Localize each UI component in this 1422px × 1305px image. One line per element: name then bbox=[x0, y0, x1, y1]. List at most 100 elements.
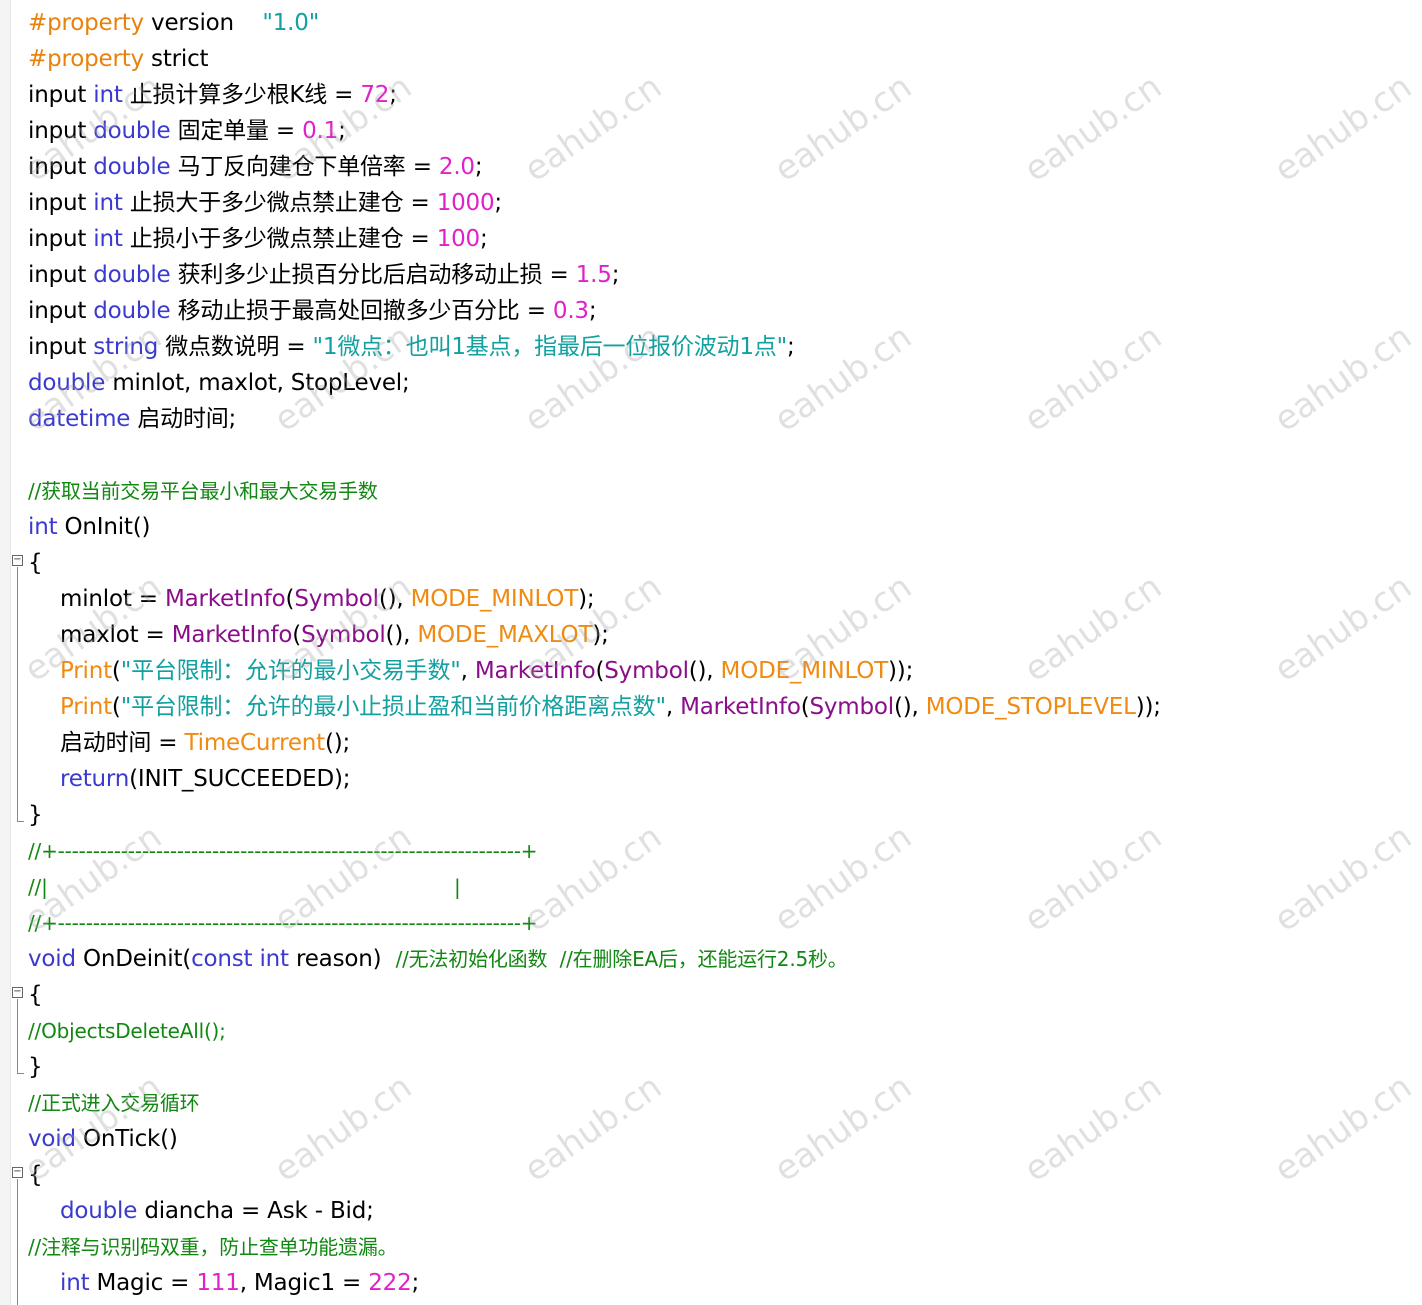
watermark: eahub.cn bbox=[1267, 66, 1420, 190]
code-token: 2.0 bbox=[438, 154, 475, 180]
code-token: 启动时间 = bbox=[60, 730, 185, 756]
code-token: input bbox=[28, 226, 94, 252]
code-token: { bbox=[28, 550, 43, 576]
code-token: double bbox=[93, 118, 171, 144]
code-token: datetime bbox=[28, 406, 131, 432]
code-token: 止损小于多少微点禁止建仓 = bbox=[122, 226, 437, 252]
code-line[interactable]: } bbox=[28, 797, 1161, 833]
code-token: MODE_MAXLOT bbox=[417, 622, 593, 648]
code-line[interactable]: Print("平台限制：允许的最小交易手数", MarketInfo(Symbo… bbox=[28, 653, 1161, 689]
code-token: input bbox=[28, 298, 94, 324]
code-token: } bbox=[28, 1054, 43, 1080]
fold-toggle-ondeinit[interactable]: − bbox=[12, 987, 23, 998]
code-line[interactable]: //注释与识别码双重，防止查单功能遗漏。 bbox=[28, 1229, 1161, 1265]
code-line[interactable]: input int 止损小于多少微点禁止建仓 = 100; bbox=[28, 221, 1161, 257]
code-token: ; bbox=[786, 334, 795, 360]
code-line[interactable]: { bbox=[28, 977, 1161, 1013]
code-token: //正式进入交易循环 bbox=[28, 1091, 200, 1115]
code-token: )); bbox=[888, 658, 914, 684]
code-token: "平台限制：允许的最小止损止盈和当前价格距离点数" bbox=[120, 694, 666, 720]
code-editor[interactable]: #property version "1.0" #property strict i… bbox=[28, 5, 1161, 1301]
code-token: Print bbox=[60, 658, 112, 684]
code-line[interactable]: double diancha = Ask - Bid; bbox=[28, 1193, 1161, 1229]
code-token: 222 bbox=[368, 1270, 412, 1296]
code-token: 马丁反向建仓下单倍率 = bbox=[170, 154, 439, 180]
code-line[interactable]: input double 固定单量 = 0.1; bbox=[28, 113, 1161, 149]
code-token: #property bbox=[28, 46, 144, 72]
code-line[interactable]: input string 微点数说明 = "1微点：也叫1基点，指最后一位报价波… bbox=[28, 329, 1161, 365]
code-token: ( bbox=[111, 658, 121, 684]
code-token: MarketInfo bbox=[680, 694, 801, 720]
code-token: return bbox=[60, 766, 130, 792]
fold-toggle-ontick[interactable]: − bbox=[12, 1167, 23, 1178]
code-token: ; bbox=[494, 190, 502, 216]
code-line[interactable]: 启动时间 = TimeCurrent(); bbox=[28, 725, 1161, 761]
code-token: (INIT_SUCCEEDED); bbox=[129, 766, 351, 792]
code-line[interactable]: //获取当前交易平台最小和最大交易手数 bbox=[28, 473, 1161, 509]
fold-toggle-oninit[interactable]: − bbox=[12, 555, 23, 566]
code-token: ); bbox=[592, 622, 609, 648]
code-line[interactable]: #property strict bbox=[28, 41, 1161, 77]
code-token: Symbol bbox=[294, 586, 379, 612]
code-token: int bbox=[93, 226, 123, 252]
code-token: ); bbox=[578, 586, 595, 612]
code-line[interactable]: #property version "1.0" bbox=[28, 5, 1161, 41]
code-token: minlot, maxlot, StopLevel; bbox=[105, 370, 410, 396]
code-line[interactable]: //正式进入交易循环 bbox=[28, 1085, 1161, 1121]
code-token: maxlot = bbox=[60, 622, 172, 648]
code-line[interactable]: } bbox=[28, 1049, 1161, 1085]
code-token: input bbox=[28, 118, 94, 144]
code-token: input bbox=[28, 82, 94, 108]
code-token: input bbox=[28, 190, 94, 216]
code-token: OnInit() bbox=[57, 514, 151, 540]
code-line[interactable]: Print("平台限制：允许的最小止损止盈和当前价格距离点数", MarketI… bbox=[28, 689, 1161, 725]
code-token: version bbox=[143, 10, 263, 36]
code-line[interactable]: input double 马丁反向建仓下单倍率 = 2.0; bbox=[28, 149, 1161, 185]
code-token: const int bbox=[191, 946, 289, 972]
code-line[interactable]: double minlot, maxlot, StopLevel; bbox=[28, 365, 1161, 401]
code-token: ; bbox=[474, 154, 483, 180]
code-token: (); bbox=[324, 730, 351, 756]
code-token: string bbox=[93, 334, 159, 360]
code-line[interactable]: //+-------------------------------------… bbox=[28, 905, 1161, 941]
code-token: ( bbox=[111, 694, 121, 720]
code-token: "1.0" bbox=[262, 10, 320, 36]
code-token: #property bbox=[28, 10, 144, 36]
code-line[interactable]: input double 获利多少止损百分比后启动移动止损 = 1.5; bbox=[28, 257, 1161, 293]
code-token: (), bbox=[385, 622, 418, 648]
code-token: , Magic1 = bbox=[239, 1270, 369, 1296]
code-line[interactable]: int OnInit() bbox=[28, 509, 1161, 545]
code-line[interactable]: int Magic = 111, Magic1 = 222; bbox=[28, 1265, 1161, 1301]
code-token: double bbox=[28, 370, 106, 396]
code-token: { bbox=[28, 1162, 43, 1188]
code-line[interactable]: //+-------------------------------------… bbox=[28, 833, 1161, 869]
fold-line bbox=[17, 567, 18, 821]
code-token: minlot = bbox=[60, 586, 165, 612]
fold-end bbox=[17, 821, 24, 822]
code-line[interactable]: datetime 启动时间; bbox=[28, 401, 1161, 437]
code-token: 1000 bbox=[436, 190, 495, 216]
code-line[interactable] bbox=[28, 437, 1161, 473]
code-line[interactable]: return(INIT_SUCCEEDED); bbox=[28, 761, 1161, 797]
code-token: (), bbox=[893, 694, 926, 720]
code-line[interactable]: input int 止损计算多少根K线 = 72; bbox=[28, 77, 1161, 113]
code-token: 固定单量 = bbox=[170, 118, 303, 144]
code-line[interactable]: { bbox=[28, 545, 1161, 581]
code-token: Symbol bbox=[809, 694, 894, 720]
code-line[interactable]: { bbox=[28, 1157, 1161, 1193]
code-line[interactable]: void OnTick() bbox=[28, 1121, 1161, 1157]
code-line[interactable]: void OnDeinit(const int reason) //无法初始化函… bbox=[28, 941, 1161, 977]
code-token: 获利多少止损百分比后启动移动止损 = bbox=[170, 262, 576, 288]
code-token: 111 bbox=[196, 1270, 240, 1296]
code-line[interactable]: minlot = MarketInfo(Symbol(), MODE_MINLO… bbox=[28, 581, 1161, 617]
code-line[interactable]: maxlot = MarketInfo(Symbol(), MODE_MAXLO… bbox=[28, 617, 1161, 653]
editor-gutter bbox=[0, 0, 11, 1305]
code-line[interactable]: //ObjectsDeleteAll(); bbox=[28, 1013, 1161, 1049]
code-line[interactable]: input double 移动止损于最高处回撤多少百分比 = 0.3; bbox=[28, 293, 1161, 329]
code-token: Magic = bbox=[89, 1270, 197, 1296]
code-line[interactable]: //| | bbox=[28, 869, 1161, 905]
code-token: //| | bbox=[28, 875, 461, 899]
code-token: double bbox=[93, 154, 171, 180]
code-token: 0.1 bbox=[302, 118, 339, 144]
code-line[interactable]: input int 止损大于多少微点禁止建仓 = 1000; bbox=[28, 185, 1161, 221]
